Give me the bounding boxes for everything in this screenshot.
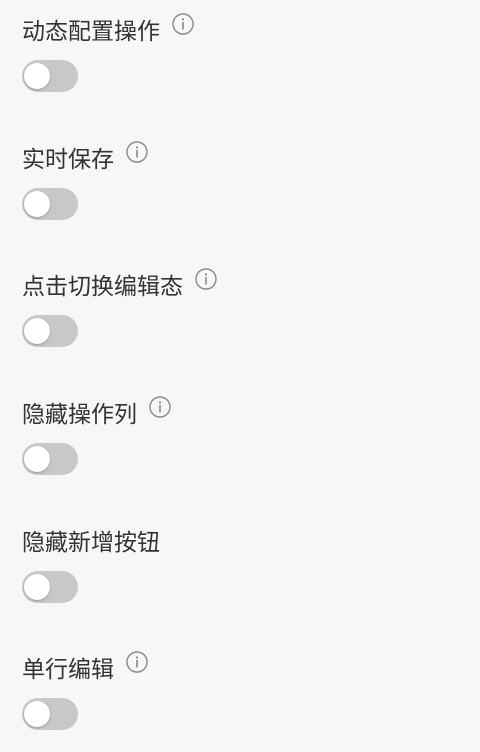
setting-label: 实时保存	[22, 147, 114, 173]
setting-label-row: 实时保存	[22, 140, 148, 180]
toggle-switch[interactable]	[22, 698, 78, 730]
toggle-knob	[24, 446, 50, 472]
info-circle-icon[interactable]	[126, 651, 148, 673]
info-circle-icon[interactable]	[172, 13, 194, 35]
setting-label: 单行编辑	[22, 657, 114, 683]
setting-label-row: 隐藏操作列	[22, 395, 171, 435]
setting-label-row: 点击切换编辑态	[22, 267, 217, 307]
toggle-knob	[24, 701, 50, 727]
setting-label-row: 隐藏新增按钮	[22, 523, 160, 563]
info-circle-icon[interactable]	[126, 141, 148, 163]
setting-hide-action-column: 隐藏操作列	[22, 395, 452, 495]
setting-label-row: 动态配置操作	[22, 12, 194, 52]
setting-single-row-edit: 单行编辑	[22, 650, 452, 750]
toggle-switch[interactable]	[22, 571, 78, 603]
setting-hide-add-button: 隐藏新增按钮	[22, 523, 452, 623]
info-circle-icon[interactable]	[149, 396, 171, 418]
setting-realtime-save: 实时保存	[22, 140, 452, 240]
toggle-knob	[24, 191, 50, 217]
toggle-knob	[24, 318, 50, 344]
toggle-switch[interactable]	[22, 188, 78, 220]
toggle-switch[interactable]	[22, 315, 78, 347]
setting-label-row: 单行编辑	[22, 650, 148, 690]
settings-page: { "settings": [ {"label": "动态配置操作", "has…	[0, 0, 480, 752]
toggle-switch[interactable]	[22, 443, 78, 475]
info-circle-icon[interactable]	[195, 268, 217, 290]
toggle-knob	[24, 63, 50, 89]
setting-label: 点击切换编辑态	[22, 274, 183, 300]
setting-label: 隐藏操作列	[22, 402, 137, 428]
toggle-switch[interactable]	[22, 60, 78, 92]
setting-label: 隐藏新增按钮	[22, 530, 160, 556]
setting-label: 动态配置操作	[22, 19, 160, 45]
toggle-knob	[24, 574, 50, 600]
setting-dynamic-config-action: 动态配置操作	[22, 12, 452, 112]
setting-click-toggle-edit: 点击切换编辑态	[22, 267, 452, 367]
